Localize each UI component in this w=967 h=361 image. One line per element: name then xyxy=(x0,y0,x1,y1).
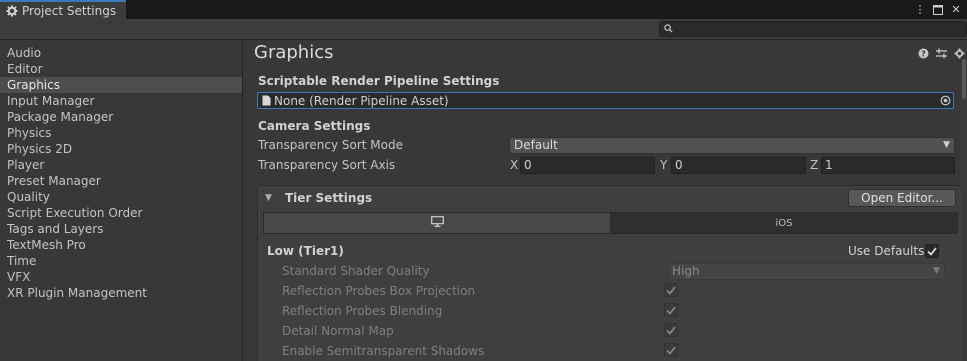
search-input[interactable] xyxy=(677,22,957,36)
standard-shader-quality-label: Standard Shader Quality xyxy=(282,264,430,278)
search-icon xyxy=(664,22,673,36)
sidebar-item-physics-2d[interactable]: Physics 2D xyxy=(0,141,242,157)
title-bar: Project Settings ⋮ ✕ xyxy=(0,0,967,19)
sidebar-item-xr-plugin-management[interactable]: XR Plugin Management xyxy=(0,285,242,301)
chevron-down-icon: ▼ xyxy=(933,266,940,276)
transparency-sort-mode-label: Transparency Sort Mode xyxy=(258,138,403,152)
axis-x-field[interactable]: 0 xyxy=(520,157,655,174)
use-defaults-checkbox[interactable] xyxy=(925,244,939,258)
axis-y-field[interactable]: 0 xyxy=(671,157,806,174)
sidebar-item-input-manager[interactable]: Input Manager xyxy=(0,93,242,109)
tier-settings-header[interactable]: ▼ Tier Settings Open Editor... xyxy=(258,186,961,210)
tab-title: Project Settings xyxy=(22,3,117,18)
sidebar-item-package-manager[interactable]: Package Manager xyxy=(0,109,242,125)
object-picker-icon[interactable] xyxy=(940,95,951,109)
tab-ios[interactable]: iOS xyxy=(610,213,957,233)
tier-name: Low (Tier1) xyxy=(267,244,344,258)
sidebar-item-quality[interactable]: Quality xyxy=(0,189,242,205)
sidebar-item-textmesh-pro[interactable]: TextMesh Pro xyxy=(0,237,242,253)
tier-settings-panel: ▼ Tier Settings Open Editor... iOS Low (… xyxy=(257,185,962,361)
help-icon[interactable]: ? xyxy=(917,47,929,59)
sidebar-item-physics[interactable]: Physics xyxy=(0,125,242,141)
platform-tabs: iOS xyxy=(263,212,958,234)
graphics-settings-panel: Graphics ? Scriptable Render Pipeline Se… xyxy=(244,41,967,361)
sidebar-item-graphics[interactable]: Graphics xyxy=(0,77,242,93)
reflection-probes-blending-checkbox xyxy=(664,303,678,317)
monitor-icon xyxy=(430,216,444,230)
chevron-down-icon: ▼ xyxy=(943,140,950,150)
maximize-icon[interactable] xyxy=(931,3,945,17)
reflection-probes-box-projection-checkbox xyxy=(664,283,678,297)
sidebar-item-vfx[interactable]: VFX xyxy=(0,269,242,285)
sidebar-item-audio[interactable]: Audio xyxy=(0,45,242,61)
reflection-probes-box-projection-label: Reflection Probes Box Projection xyxy=(282,284,476,298)
settings-sidebar: Audio Editor Graphics Input Manager Pack… xyxy=(0,41,243,361)
transparency-sort-mode-dropdown[interactable]: Default ▼ xyxy=(509,137,955,154)
project-settings-tab[interactable]: Project Settings xyxy=(0,0,126,19)
axis-x-label: X xyxy=(510,158,519,172)
search-row xyxy=(0,19,967,40)
enable-semitransparent-shadows-label: Enable Semitransparent Shadows xyxy=(282,344,485,358)
open-editor-button[interactable]: Open Editor... xyxy=(848,189,956,207)
transparency-sort-mode-value: Default xyxy=(514,138,558,152)
scrollbar-thumb[interactable] xyxy=(962,59,966,99)
standard-shader-quality-dropdown: High ▼ xyxy=(668,263,945,280)
scrollbar[interactable] xyxy=(961,59,967,361)
render-pipeline-asset-value: None (Render Pipeline Asset) xyxy=(274,93,449,108)
window-controls: ⋮ ✕ xyxy=(913,0,967,19)
svg-text:?: ? xyxy=(921,49,926,58)
use-defaults-label: Use Defaults xyxy=(848,244,925,258)
reflection-probes-blending-label: Reflection Probes Blending xyxy=(282,304,443,318)
enable-semitransparent-shadows-checkbox xyxy=(664,343,678,357)
page-title: Graphics xyxy=(254,42,334,63)
detail-normal-map-label: Detail Normal Map xyxy=(282,324,394,338)
tab-standalone[interactable] xyxy=(264,213,610,233)
close-icon[interactable]: ✕ xyxy=(949,3,963,17)
detail-normal-map-checkbox xyxy=(664,323,678,337)
sidebar-item-tags-and-layers[interactable]: Tags and Layers xyxy=(0,221,242,237)
axis-z-label: Z xyxy=(810,158,819,172)
render-pipeline-asset-field[interactable]: None (Render Pipeline Asset) xyxy=(257,92,954,109)
transparency-sort-axis-label: Transparency Sort Axis xyxy=(258,158,396,172)
presets-icon[interactable] xyxy=(935,47,947,59)
axis-y-label: Y xyxy=(660,158,668,172)
foldout-triangle-icon[interactable]: ▼ xyxy=(265,193,272,203)
sidebar-item-editor[interactable]: Editor xyxy=(0,61,242,77)
tier-settings-title: Tier Settings xyxy=(285,191,373,205)
more-options-icon[interactable]: ⋮ xyxy=(913,3,927,17)
camera-settings-heading: Camera Settings xyxy=(258,119,371,133)
sidebar-item-time[interactable]: Time xyxy=(0,253,242,269)
header-icons: ? xyxy=(917,47,965,59)
gear-icon xyxy=(5,4,18,17)
axis-z-field[interactable]: 1 xyxy=(821,157,955,174)
sidebar-item-script-execution-order[interactable]: Script Execution Order xyxy=(0,205,242,221)
document-icon xyxy=(262,95,271,106)
sidebar-item-preset-manager[interactable]: Preset Manager xyxy=(0,173,242,189)
standard-shader-quality-value: High xyxy=(672,264,700,278)
settings-gear-icon[interactable] xyxy=(953,47,965,59)
sidebar-item-player[interactable]: Player xyxy=(0,157,242,173)
srp-heading: Scriptable Render Pipeline Settings xyxy=(258,74,500,88)
search-box[interactable] xyxy=(659,21,967,37)
